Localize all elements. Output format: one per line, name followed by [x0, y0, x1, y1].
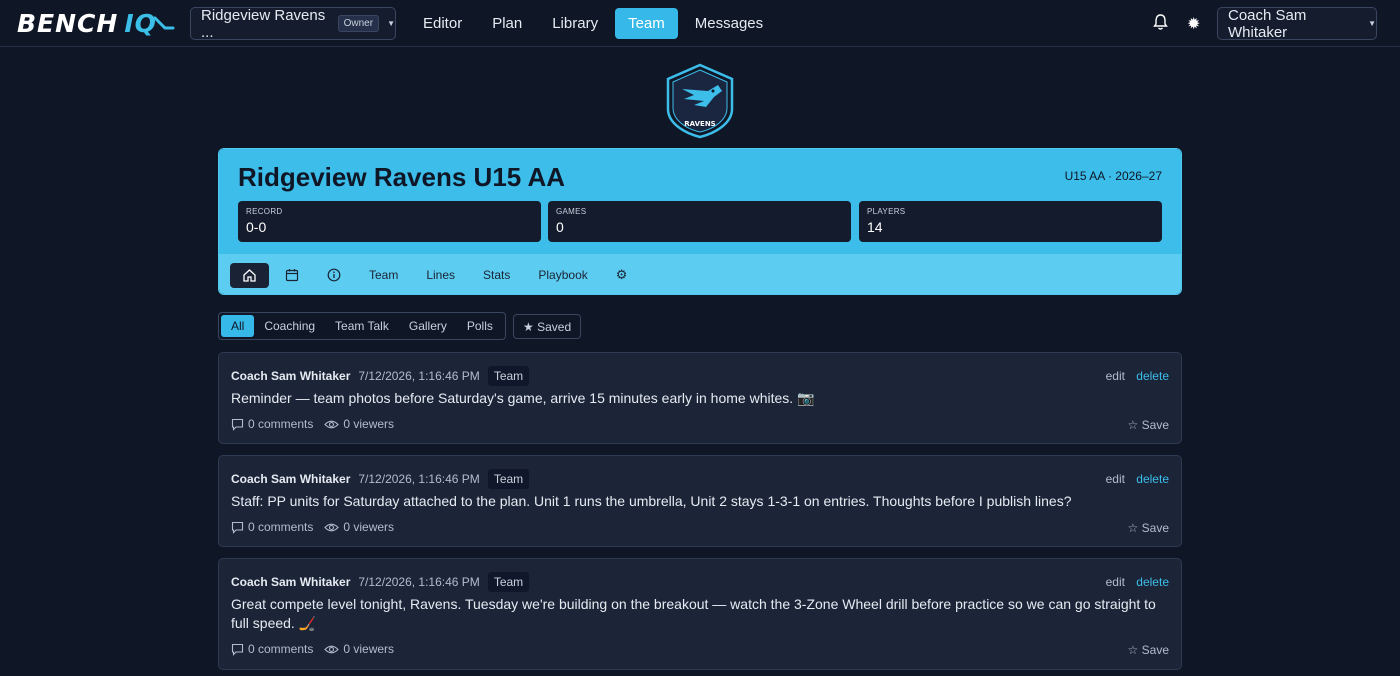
comment-icon	[231, 521, 244, 534]
post-card: Coach Sam Whitaker 7/12/2026, 1:16:46 PM…	[218, 558, 1182, 670]
post-time: 7/12/2026, 1:16:46 PM	[358, 472, 480, 486]
tab-calendar[interactable]	[273, 263, 311, 288]
logo-text: BENCH	[17, 8, 119, 38]
viewers-count: 0 viewers	[343, 520, 395, 534]
stat-label: PLAYERS	[867, 207, 906, 216]
team-tabs: Team Lines Stats Playbook ⚙	[219, 254, 1181, 294]
delete-link[interactable]: delete	[1136, 575, 1169, 589]
team-selector[interactable]: Ridgeview Ravens ... Owner ▼	[190, 6, 396, 41]
save-button[interactable]: ☆ Save	[1128, 418, 1169, 432]
post-tag: Team	[487, 469, 530, 489]
post-card: Coach Sam Whitaker 7/12/2026, 1:16:46 PM…	[218, 455, 1182, 547]
saved-filter-button[interactable]: ★ Saved	[513, 314, 582, 339]
crest-label: RAVENS	[684, 120, 715, 128]
hockey-stick-icon	[153, 16, 175, 30]
tab-info[interactable]	[315, 263, 353, 288]
team-banner: Ridgeview Ravens U15 AA U15 AA · 2026–27…	[218, 148, 1182, 295]
comments-count: 0 comments	[248, 520, 314, 534]
gear-icon: ⚙	[615, 267, 628, 282]
stat-record: RECORD 0-0	[238, 201, 541, 242]
post-time: 7/12/2026, 1:16:46 PM	[358, 369, 480, 383]
tab-playbook[interactable]: Playbook	[526, 263, 599, 288]
caret-down-icon: ▼	[1368, 19, 1376, 28]
post-body: Reminder — team photos before Saturday's…	[231, 390, 815, 406]
tab-stats[interactable]: Stats	[471, 263, 522, 288]
comments-count: 0 comments	[248, 417, 314, 431]
stat-value: 0	[556, 219, 564, 235]
post-author[interactable]: Coach Sam Whitaker	[231, 575, 350, 589]
comments-count: 0 comments	[248, 642, 314, 656]
viewers-count: 0 viewers	[343, 642, 395, 656]
user-menu[interactable]: Coach Sam Whitaker ▼	[1217, 6, 1377, 41]
team-selector-label: Ridgeview Ravens ...	[201, 6, 326, 41]
viewers-button[interactable]: 0 viewers	[324, 642, 394, 656]
team-name: Ridgeview Ravens U15 AA	[238, 162, 566, 192]
comment-icon	[231, 418, 244, 431]
comment-icon	[231, 643, 244, 656]
filter-all[interactable]: All	[221, 315, 255, 337]
user-menu-label: Coach Sam Whitaker	[1228, 6, 1307, 41]
stat-players: PLAYERS 14	[859, 201, 1162, 242]
stat-label: RECORD	[246, 207, 283, 216]
filter-gallery[interactable]: Gallery	[399, 315, 457, 337]
filter-coaching[interactable]: Coaching	[254, 315, 325, 337]
save-button[interactable]: ☆ Save	[1128, 521, 1169, 535]
comments-button[interactable]: 0 comments	[231, 642, 313, 656]
caret-down-icon: ▼	[387, 19, 395, 28]
edit-link[interactable]: edit	[1106, 575, 1125, 589]
filter-polls[interactable]: Polls	[457, 315, 503, 337]
info-icon	[327, 268, 341, 282]
nav-editor[interactable]: Editor	[410, 8, 475, 39]
edit-link[interactable]: edit	[1106, 369, 1125, 383]
comments-button[interactable]: 0 comments	[231, 520, 313, 534]
calendar-icon	[285, 269, 299, 282]
delete-link[interactable]: delete	[1136, 369, 1169, 383]
stat-label: GAMES	[556, 207, 587, 216]
post-card: Coach Sam Whitaker 7/12/2026, 1:16:46 PM…	[218, 352, 1182, 444]
theme-toggle-icon[interactable]: ✹	[1187, 14, 1200, 34]
edit-link[interactable]: edit	[1106, 472, 1125, 486]
tab-team[interactable]: Team	[357, 263, 410, 288]
nav-team[interactable]: Team	[615, 8, 678, 39]
team-season: U15 AA · 2026–27	[1064, 169, 1162, 183]
post-tag: Team	[487, 366, 530, 386]
bell-icon[interactable]	[1152, 13, 1169, 31]
eye-icon	[324, 523, 340, 531]
viewers-button[interactable]: 0 viewers	[324, 520, 394, 534]
nav-plan[interactable]: Plan	[479, 8, 535, 39]
stat-games: GAMES 0	[548, 201, 851, 242]
post-tag: Team	[487, 572, 530, 592]
post-author[interactable]: Coach Sam Whitaker	[231, 472, 350, 486]
viewers-button[interactable]: 0 viewers	[324, 417, 394, 431]
stat-value: 0-0	[246, 219, 267, 235]
post-author[interactable]: Coach Sam Whitaker	[231, 369, 350, 383]
stat-value: 14	[867, 219, 883, 235]
tab-home[interactable]	[230, 262, 269, 288]
home-icon	[243, 268, 256, 282]
main-nav: Editor Plan Library Team Messages	[410, 8, 776, 39]
viewers-count: 0 viewers	[343, 417, 395, 431]
role-badge: Owner	[337, 15, 380, 32]
eye-icon	[324, 420, 340, 428]
bench-iq-logo[interactable]: BENCH IQ	[17, 8, 175, 38]
save-button[interactable]: ☆ Save	[1128, 643, 1169, 657]
comments-button[interactable]: 0 comments	[231, 417, 313, 431]
team-crest-logo: RAVENS	[666, 63, 734, 139]
feed-filter-group: All Coaching Team Talk Gallery Polls	[218, 312, 506, 340]
post-body: Staff: PP units for Saturday attached to…	[231, 493, 1072, 509]
filter-team-talk[interactable]: Team Talk	[325, 315, 399, 337]
top-bar: BENCH IQ Ridgeview Ravens ... Owner ▼ Ed…	[0, 0, 1400, 47]
post-body: Great compete level tonight, Ravens. Tue…	[231, 596, 1156, 631]
post-time: 7/12/2026, 1:16:46 PM	[358, 575, 480, 589]
delete-link[interactable]: delete	[1136, 472, 1169, 486]
tab-settings[interactable]: ⚙	[604, 263, 640, 288]
eye-icon	[324, 645, 340, 653]
nav-library[interactable]: Library	[539, 8, 611, 39]
nav-messages[interactable]: Messages	[682, 8, 776, 39]
tab-lines[interactable]: Lines	[414, 263, 467, 288]
